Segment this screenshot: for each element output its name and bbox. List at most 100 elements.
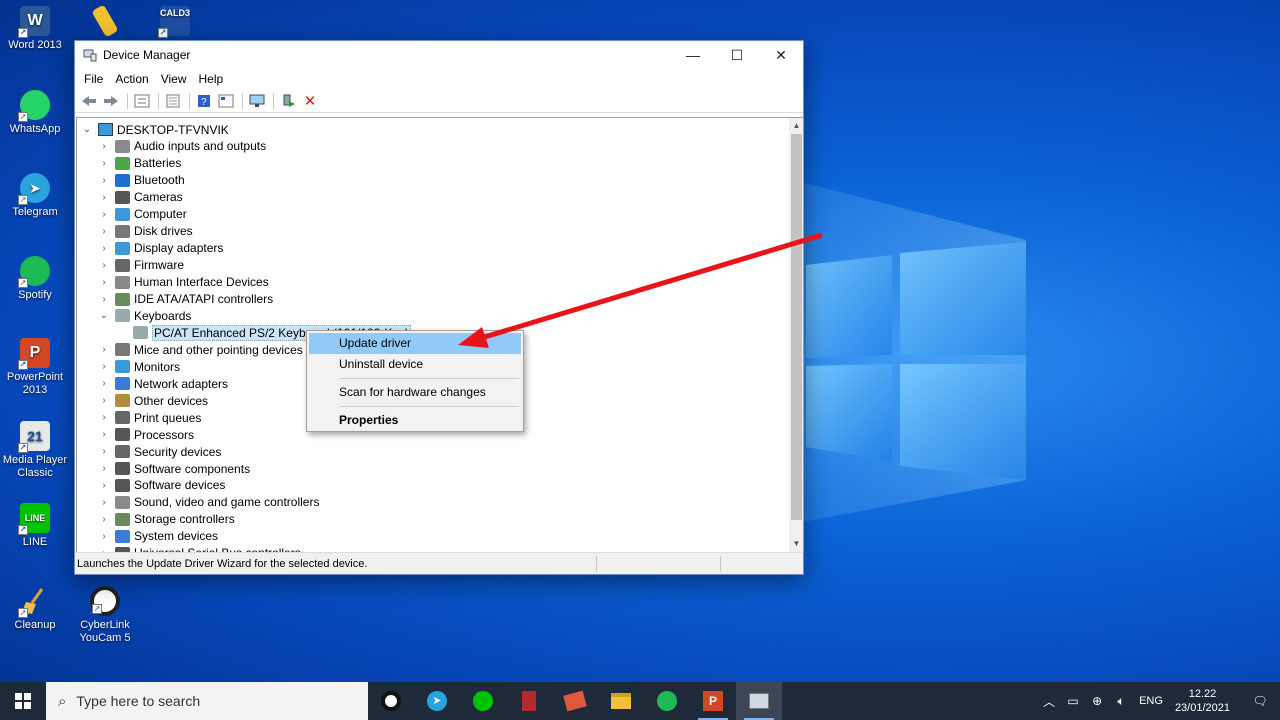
tree-category-item[interactable]: › Mice and other pointing devices bbox=[77, 341, 302, 358]
chevron-right-icon[interactable]: › bbox=[98, 463, 110, 474]
minimize-button[interactable]: — bbox=[671, 41, 715, 69]
tree-category-item[interactable]: › Sound, video and game controllers bbox=[77, 494, 319, 511]
taskbar-recipe[interactable] bbox=[552, 682, 598, 720]
desktop-icon-cald3[interactable]: CALD3 ↗ bbox=[140, 6, 210, 39]
desktop-icon-line[interactable]: LINE ↗ LINE bbox=[0, 503, 70, 549]
tree-category-item[interactable]: › Bluetooth bbox=[77, 172, 184, 189]
chevron-right-icon[interactable]: › bbox=[98, 277, 110, 288]
language-indicator[interactable]: ENG bbox=[1139, 695, 1163, 707]
help-icon[interactable]: ? bbox=[194, 92, 214, 110]
tree-category-item[interactable]: › System devices bbox=[77, 528, 218, 545]
menu-file[interactable]: File bbox=[78, 72, 109, 86]
forward-icon[interactable] bbox=[101, 92, 121, 110]
chevron-down-icon[interactable]: ⌄ bbox=[98, 310, 110, 321]
tree-category-item[interactable]: › Other devices bbox=[77, 392, 208, 409]
desktop-icon-mpc[interactable]: 21 ↗ Media Player Classic bbox=[0, 421, 70, 480]
battery-icon[interactable]: ▭ bbox=[1061, 694, 1085, 708]
tree-category-item[interactable]: ⌄ Keyboards bbox=[77, 307, 192, 324]
tree-category-item[interactable]: › Software devices bbox=[77, 477, 225, 494]
taskbar-book[interactable] bbox=[506, 682, 552, 720]
chevron-right-icon[interactable]: › bbox=[98, 497, 110, 508]
chevron-right-icon[interactable]: › bbox=[98, 226, 110, 237]
network-globe-icon[interactable]: ⊕ bbox=[1085, 694, 1109, 708]
desktop-icon-cleanup[interactable]: ↗ Cleanup bbox=[0, 586, 70, 632]
view-icon[interactable] bbox=[216, 92, 236, 110]
tree-category-item[interactable]: › Cameras bbox=[77, 189, 182, 206]
scroll-thumb[interactable] bbox=[791, 134, 802, 520]
menu-item-scan-hardware[interactable]: Scan for hardware changes bbox=[309, 382, 521, 403]
desktop-icon-youcam[interactable]: ↗ CyberLink YouCam 5 bbox=[70, 586, 140, 645]
menu-item-uninstall-device[interactable]: Uninstall device bbox=[309, 354, 521, 375]
taskbar-device-manager[interactable] bbox=[736, 682, 782, 720]
desktop-icon-whatsapp[interactable]: ↗ WhatsApp bbox=[0, 90, 70, 136]
chevron-right-icon[interactable]: › bbox=[98, 175, 110, 186]
desktop-icon-telegram[interactable]: ➤ ↗ Telegram bbox=[0, 173, 70, 219]
chevron-right-icon[interactable]: › bbox=[98, 260, 110, 271]
chevron-right-icon[interactable]: › bbox=[98, 192, 110, 203]
desktop-icon-powerpoint[interactable]: P ↗ PowerPoint 2013 bbox=[0, 338, 70, 397]
tree-category-item[interactable]: › Network adapters bbox=[77, 375, 228, 392]
monitor-icon[interactable] bbox=[247, 92, 267, 110]
back-icon[interactable] bbox=[79, 92, 99, 110]
chevron-right-icon[interactable]: › bbox=[98, 294, 110, 305]
chevron-right-icon[interactable]: › bbox=[98, 429, 110, 440]
chevron-right-icon[interactable]: › bbox=[98, 446, 110, 457]
tree-category-item[interactable]: › Batteries bbox=[77, 155, 181, 172]
tree-category-item[interactable]: › IDE ATA/ATAPI controllers bbox=[77, 291, 273, 308]
desktop-icon-spotify[interactable]: ↗ Spotify bbox=[0, 256, 70, 302]
tree-root[interactable]: ⌄ DESKTOP-TFVNVIK bbox=[81, 121, 229, 138]
chevron-up-icon[interactable]: ︿ bbox=[1037, 693, 1061, 710]
tree-category-item[interactable]: › Processors bbox=[77, 426, 194, 443]
properties-icon[interactable] bbox=[163, 92, 183, 110]
taskbar-youcam[interactable] bbox=[368, 682, 414, 720]
taskbar-file-explorer[interactable] bbox=[598, 682, 644, 720]
chevron-right-icon[interactable]: › bbox=[98, 344, 110, 355]
update-driver-icon[interactable] bbox=[278, 92, 298, 110]
maximize-button[interactable]: ☐ bbox=[715, 41, 759, 69]
tree-category-item[interactable]: › Display adapters bbox=[77, 240, 223, 257]
tree-category-item[interactable]: › Software components bbox=[77, 460, 250, 477]
menu-item-update-driver[interactable]: Update driver bbox=[309, 333, 521, 354]
tree-category-item[interactable]: › Security devices bbox=[77, 443, 221, 460]
menu-help[interactable]: Help bbox=[193, 72, 230, 86]
desktop-icon-tool[interactable] bbox=[70, 4, 140, 39]
chevron-right-icon[interactable]: › bbox=[98, 158, 110, 169]
chevron-right-icon[interactable]: › bbox=[98, 141, 110, 152]
tree-category-item[interactable]: › Human Interface Devices bbox=[77, 274, 268, 291]
clock[interactable]: 12.22 23/01/2021 bbox=[1175, 687, 1230, 715]
chevron-right-icon[interactable]: › bbox=[98, 209, 110, 220]
tree-category-item[interactable]: › Disk drives bbox=[77, 223, 192, 240]
taskbar-search[interactable]: ⌕ Type here to search bbox=[46, 682, 368, 720]
chevron-right-icon[interactable]: › bbox=[98, 412, 110, 423]
tree-category-item[interactable]: › Computer bbox=[77, 206, 186, 223]
menu-item-properties[interactable]: Properties bbox=[309, 410, 521, 431]
chevron-right-icon[interactable]: › bbox=[98, 514, 110, 525]
chevron-right-icon[interactable]: › bbox=[98, 378, 110, 389]
desktop-icon-word[interactable]: W ↗ Word 2013 bbox=[0, 6, 70, 52]
tree-icon[interactable] bbox=[132, 92, 152, 110]
menu-action[interactable]: Action bbox=[109, 72, 154, 86]
scroll-up-icon[interactable]: ▲ bbox=[789, 118, 804, 134]
taskbar-line[interactable] bbox=[460, 682, 506, 720]
title-bar[interactable]: Device Manager — ☐ ✕ bbox=[75, 41, 803, 69]
volume-icon[interactable]: 🔈︎ bbox=[1109, 694, 1133, 709]
menu-view[interactable]: View bbox=[155, 72, 193, 86]
chevron-right-icon[interactable]: › bbox=[98, 243, 110, 254]
taskbar-spotify[interactable] bbox=[644, 682, 690, 720]
taskbar-telegram[interactable]: ➤ bbox=[414, 682, 460, 720]
tree-category-item[interactable]: › Monitors bbox=[77, 358, 180, 375]
tree-category-item[interactable]: › Firmware bbox=[77, 257, 184, 274]
vertical-scrollbar[interactable]: ▲ ▼ bbox=[789, 117, 804, 553]
scroll-down-icon[interactable]: ▼ bbox=[789, 536, 804, 552]
notification-icon[interactable]: 🗨︎ bbox=[1240, 694, 1280, 708]
tree-category-item[interactable]: › Audio inputs and outputs bbox=[77, 138, 266, 155]
chevron-right-icon[interactable]: › bbox=[98, 395, 110, 406]
close-button[interactable]: ✕ bbox=[759, 41, 803, 69]
chevron-down-icon[interactable]: ⌄ bbox=[81, 124, 93, 135]
taskbar-powerpoint[interactable]: P bbox=[690, 682, 736, 720]
chevron-right-icon[interactable]: › bbox=[98, 531, 110, 542]
start-button[interactable] bbox=[0, 682, 46, 720]
chevron-right-icon[interactable]: › bbox=[98, 480, 110, 491]
tree-category-item[interactable]: › Print queues bbox=[77, 409, 201, 426]
tree-category-item[interactable]: › Storage controllers bbox=[77, 511, 234, 528]
